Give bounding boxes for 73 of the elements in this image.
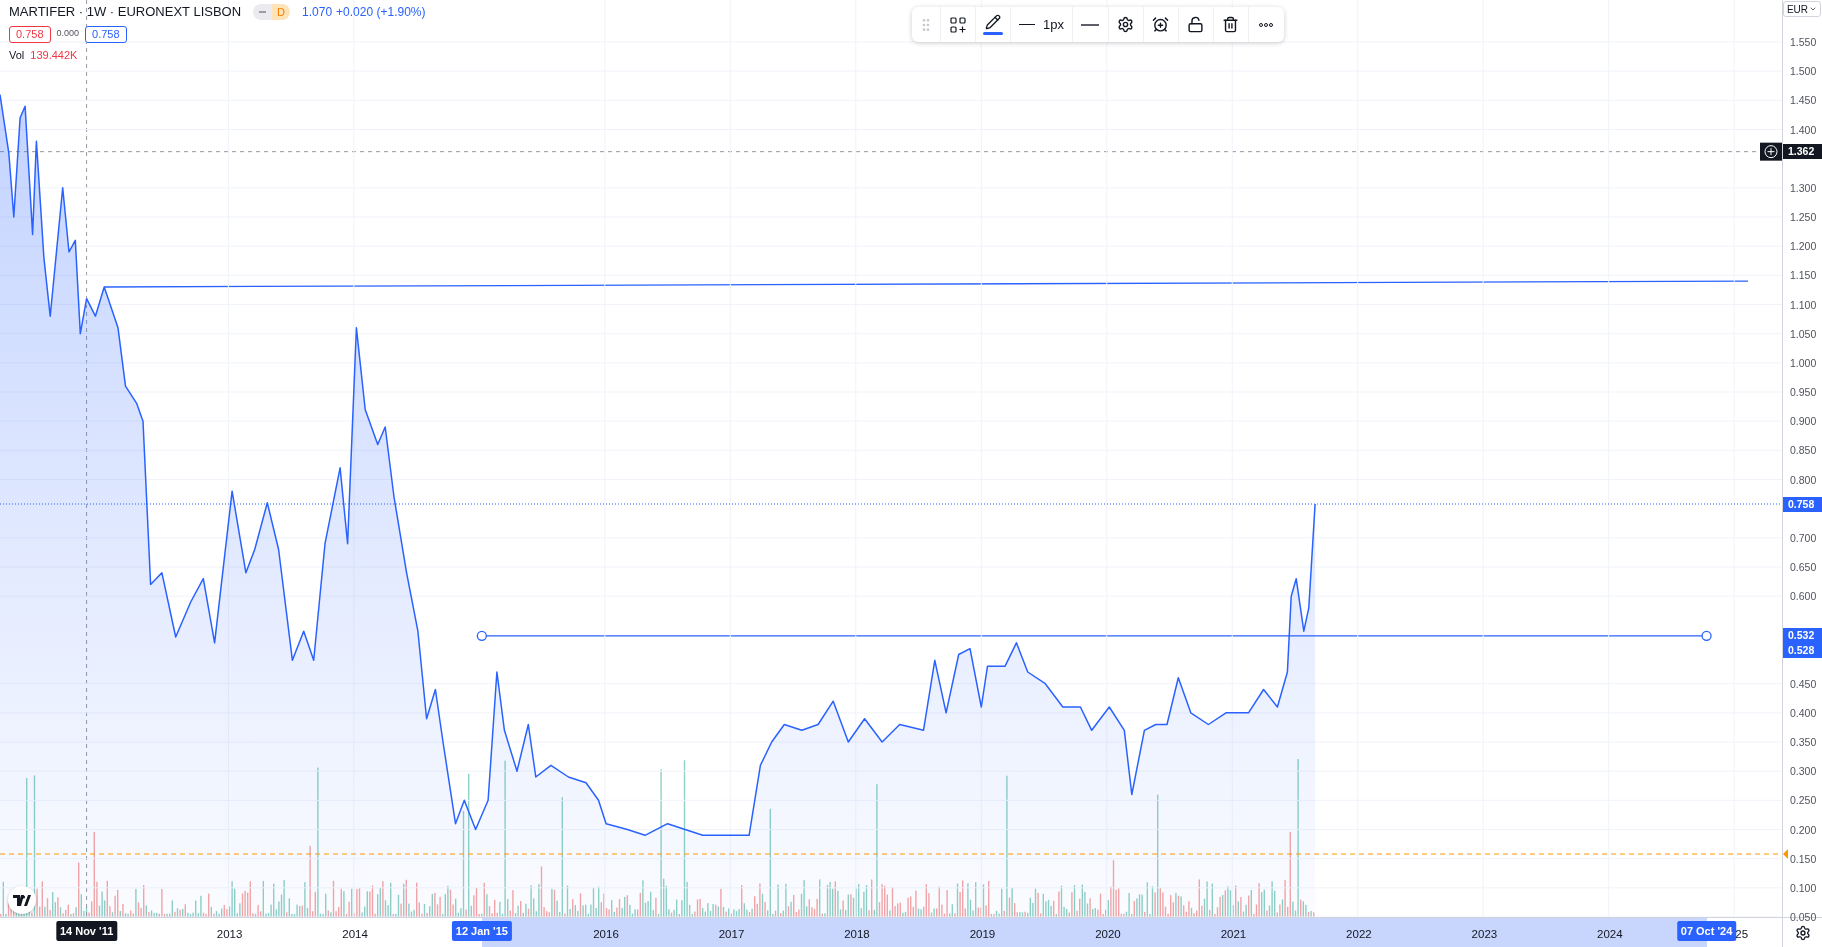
price-tick-label: 1.050 xyxy=(1790,327,1817,340)
trash-icon xyxy=(1222,16,1240,33)
price-tick-label: 0.900 xyxy=(1790,415,1817,428)
price-axis-label: 1.362 xyxy=(1783,144,1822,160)
time-axis-label: 07 Oct '24 xyxy=(1676,921,1737,941)
time-tick-label: 25 xyxy=(1735,927,1749,942)
price-axis-label: 0.532 xyxy=(1783,628,1822,644)
price-tick-label: 1.100 xyxy=(1790,298,1817,311)
trend-line[interactable] xyxy=(103,280,1749,288)
alarm-clock-plus-icon xyxy=(1152,16,1170,33)
time-tick-label: 2018 xyxy=(844,927,870,942)
price-tick-label: 0.450 xyxy=(1790,677,1817,690)
time-axis-label: 12 Jan '15 xyxy=(451,921,512,941)
time-axis-label: 14 Nov '11 xyxy=(55,921,118,941)
price-tick-label: 0.800 xyxy=(1790,473,1817,486)
price-tick-label: 0.100 xyxy=(1790,881,1817,894)
price-tick-label: 0.200 xyxy=(1790,823,1817,836)
price-tick-label: 1.500 xyxy=(1790,65,1817,78)
time-tick-label: 2024 xyxy=(1597,927,1623,942)
squares-plus-icon xyxy=(949,15,967,34)
price-tick-label: 0.850 xyxy=(1790,444,1817,457)
line-width-button[interactable]: 1px xyxy=(1011,7,1073,42)
add-icon[interactable] xyxy=(1760,142,1782,161)
price-tick-label: 1.550 xyxy=(1790,36,1817,48)
delayed-badge: D xyxy=(272,3,291,20)
pencil-icon xyxy=(985,14,1001,30)
time-tick-label: 2014 xyxy=(342,927,368,942)
price-axis-label: 0.528 xyxy=(1783,643,1822,659)
price-tick-label: 0.350 xyxy=(1790,736,1817,748)
price-tick-label: 0.150 xyxy=(1790,852,1817,865)
currency-dropdown[interactable]: EUR xyxy=(1782,1,1821,17)
chevron-down-icon xyxy=(1809,5,1817,13)
gear-icon xyxy=(1794,924,1811,941)
price-change: +0.020 (+1.90%) xyxy=(336,3,426,21)
time-tick-label: 2022 xyxy=(1346,927,1372,942)
price-tick-label: 0.300 xyxy=(1790,765,1817,778)
time-tick-label: 2016 xyxy=(593,927,619,942)
price-axis-label: 0.758 xyxy=(1783,496,1822,512)
price-tick-label: 1.450 xyxy=(1790,94,1817,107)
price-tick-label: 0.250 xyxy=(1790,794,1817,807)
price-tick-label: 0.600 xyxy=(1790,590,1817,603)
time-tick-label: 2013 xyxy=(216,927,243,942)
price-tick-label: 1.000 xyxy=(1790,356,1817,369)
price-tick-label: 1.200 xyxy=(1790,240,1817,253)
line-width-icon xyxy=(1019,23,1035,26)
time-tick-label: 2020 xyxy=(1095,927,1121,942)
time-tick-label: 2021 xyxy=(1220,927,1247,942)
price-tick-label: 0.700 xyxy=(1790,531,1817,544)
symbol-title: MARTIFER · 1W · EURONEXT LISBON xyxy=(9,3,242,21)
price-tick-label: 0.400 xyxy=(1790,706,1817,719)
unlocked-padlock-icon xyxy=(1187,16,1205,33)
time-tick-label: 2017 xyxy=(718,927,745,942)
more-icon xyxy=(1259,22,1274,27)
price-tick-label: 0.050 xyxy=(1790,911,1817,923)
price-tick-label: 1.150 xyxy=(1790,269,1817,282)
volume-label: Vol xyxy=(9,47,25,63)
price-tick-label: 1.400 xyxy=(1790,123,1817,136)
volume-value: 139.442K xyxy=(30,47,78,63)
last-price: 1.070 xyxy=(302,3,333,21)
time-tick-label: 2023 xyxy=(1471,927,1498,942)
time-tick-label: 2019 xyxy=(969,927,996,942)
horizontal-line[interactable] xyxy=(476,630,1712,641)
price-tick-label: 1.250 xyxy=(1790,211,1817,223)
sell-price[interactable]: 0.758 xyxy=(9,25,51,43)
buy-price[interactable]: 0.758 xyxy=(85,25,127,43)
price-tick-label: 0.950 xyxy=(1790,386,1817,398)
price-tick-label: 1.300 xyxy=(1790,181,1817,194)
gear-icon xyxy=(1117,16,1135,33)
price-tick-label: 0.650 xyxy=(1790,561,1817,573)
alert-marker-icon xyxy=(1783,849,1788,859)
line-style-icon xyxy=(1081,23,1100,26)
dash-icon xyxy=(259,10,267,13)
color-swatch xyxy=(983,32,1003,35)
